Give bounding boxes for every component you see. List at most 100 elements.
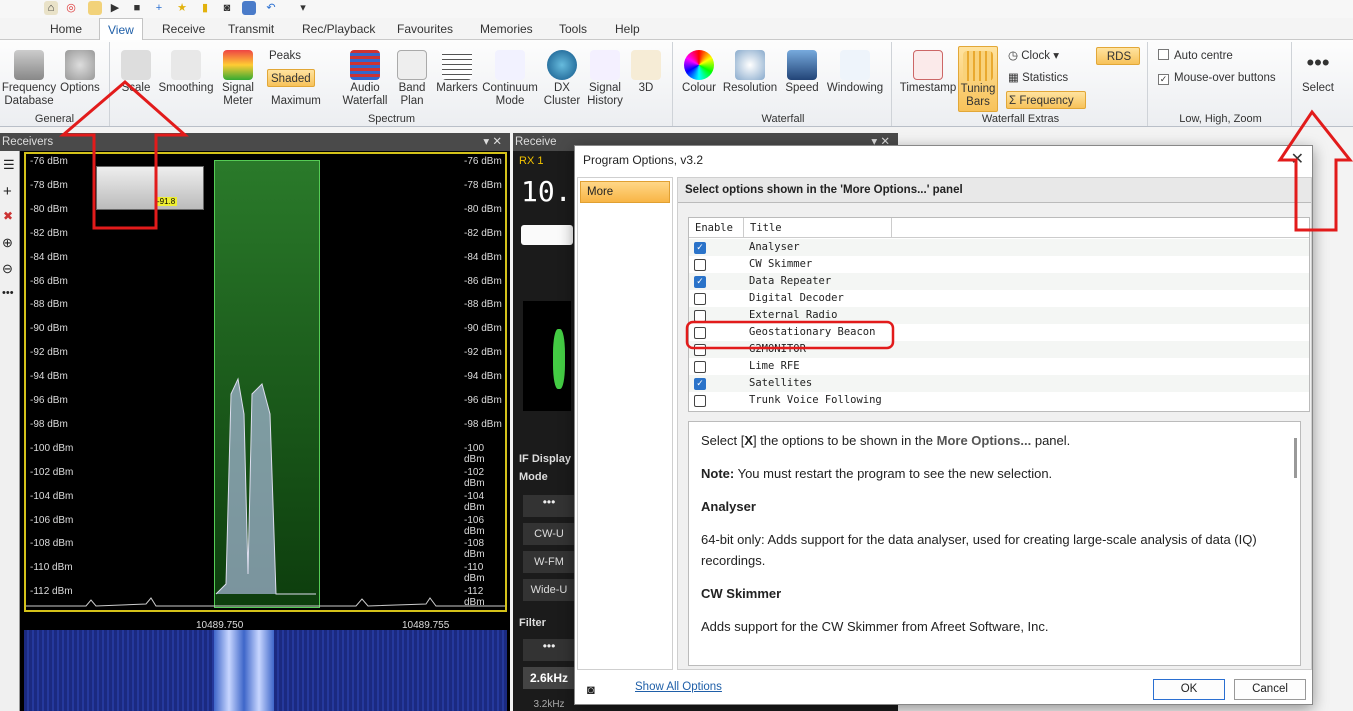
filter-option[interactable]: 3.2kHz <box>523 699 575 711</box>
table-row[interactable]: CW Skimmer <box>689 256 1309 273</box>
signal-history-button[interactable]: Signal History <box>583 50 627 108</box>
select-button[interactable]: ••• Select <box>1298 50 1338 95</box>
zoom-in-icon[interactable]: ⊕ <box>2 235 13 251</box>
tab-tools[interactable]: Tools <box>551 18 595 40</box>
enable-checkbox[interactable] <box>694 361 706 373</box>
zoom-out-icon[interactable]: ⊖ <box>2 261 13 277</box>
dx-cluster-button[interactable]: DX Cluster <box>541 50 583 108</box>
peaks-button[interactable]: Peaks <box>267 47 301 65</box>
scale-button[interactable]: Scale <box>117 50 155 95</box>
table-row[interactable]: External Radio <box>689 307 1309 324</box>
frequency-button[interactable]: Σ Frequency <box>1006 91 1086 109</box>
enable-checkbox[interactable]: ✓ <box>694 242 706 254</box>
camera-icon[interactable]: ◙ <box>587 682 595 697</box>
continuum-mode-button[interactable]: Continuum Mode <box>481 50 539 108</box>
screen-icon[interactable] <box>242 1 256 15</box>
panel-close-icon[interactable]: ▾ ✕ <box>483 133 502 151</box>
tab-memories[interactable]: Memories <box>472 18 541 40</box>
spectrum-display[interactable]: -91.8 -76 dBm -76 dBm -78 dBm -78 dBm -80 dB… <box>24 152 507 631</box>
tab-view[interactable]: View <box>99 18 143 40</box>
ok-button[interactable]: OK <box>1153 679 1225 700</box>
mode-wide-u[interactable]: Wide-U <box>523 579 575 601</box>
cancel-button[interactable]: Cancel <box>1234 679 1306 700</box>
table-row[interactable]: Digital Decoder <box>689 290 1309 307</box>
audio-waterfall-button[interactable]: Audio Waterfall <box>337 50 393 108</box>
tab-receive[interactable]: Receive <box>154 18 213 40</box>
table-row[interactable]: Geostationary Beacon <box>689 324 1309 341</box>
auto-centre-checkbox[interactable]: Auto centre <box>1156 47 1233 65</box>
timestamp-button[interactable]: Timestamp <box>898 50 958 95</box>
enable-checkbox[interactable]: ✓ <box>694 378 706 390</box>
column-enable[interactable]: Enable <box>689 218 744 238</box>
frequency-database-button[interactable]: Frequency Database <box>0 50 58 108</box>
markers-button[interactable]: Markers <box>433 50 481 95</box>
enable-checkbox[interactable] <box>694 259 706 271</box>
close-icon[interactable]: ✕ <box>1291 149 1304 169</box>
enable-checkbox[interactable] <box>694 327 706 339</box>
folder-icon[interactable] <box>88 1 102 15</box>
show-all-options-link[interactable]: Show All Options <box>635 681 722 693</box>
filter-more-button[interactable]: ••• <box>523 639 575 661</box>
chevron-down-icon[interactable]: ▾ <box>296 1 310 15</box>
enable-checkbox[interactable] <box>694 395 706 407</box>
3d-button[interactable]: 3D <box>629 50 663 95</box>
table-row[interactable]: ✓ Analyser <box>689 239 1309 256</box>
table-row[interactable]: G2MONITOR <box>689 341 1309 358</box>
rx-input[interactable] <box>521 225 573 245</box>
rds-button[interactable]: RDS <box>1096 47 1140 65</box>
band-plan-button[interactable]: Band Plan <box>393 50 431 108</box>
resolution-button[interactable]: Resolution <box>721 50 779 95</box>
tab-home[interactable]: Home <box>42 18 90 40</box>
enable-checkbox[interactable]: ✓ <box>694 276 706 288</box>
mode-w-fm[interactable]: W-FM <box>523 551 575 573</box>
tab-favourites[interactable]: Favourites <box>389 18 461 40</box>
tuning-bars-button[interactable]: Tuning Bars <box>958 46 998 112</box>
mode-more-button[interactable]: ••• <box>523 495 575 517</box>
table-row[interactable]: Lime RFE <box>689 358 1309 375</box>
lock-icon[interactable]: ▮ <box>198 1 212 15</box>
enable-checkbox[interactable] <box>694 344 706 356</box>
more-icon[interactable]: ••• <box>2 287 14 299</box>
tuning-bars-label: Tuning Bars <box>960 83 996 108</box>
table-row[interactable]: Trunk Voice Following <box>689 392 1309 409</box>
tab-transmit[interactable]: Transmit <box>220 18 282 40</box>
signal-meter-button[interactable]: Signal Meter <box>215 50 261 108</box>
play-icon[interactable]: ▶ <box>108 1 122 15</box>
speed-button[interactable]: Speed <box>781 50 823 95</box>
section-header: Select options shown in the 'More Option… <box>678 178 1311 203</box>
tab-rec-playback[interactable]: Rec/Playback <box>294 18 383 40</box>
lifebuoy-icon[interactable]: ◎ <box>64 1 78 15</box>
home-icon[interactable]: ⌂ <box>44 1 58 15</box>
enable-checkbox[interactable] <box>694 293 706 305</box>
rx-frequency[interactable]: 10. <box>521 175 572 208</box>
table-row[interactable]: ✓ Satellites <box>689 375 1309 392</box>
star-icon[interactable]: ★ <box>175 1 189 15</box>
column-title[interactable]: Title <box>744 218 892 238</box>
mouse-over-checkbox[interactable]: ✓ Mouse-over buttons <box>1156 69 1276 87</box>
description-scrollbar[interactable] <box>1294 438 1297 478</box>
colour-button[interactable]: Colour <box>677 50 721 95</box>
db-label-right: -78 dBm <box>464 179 502 191</box>
filter-value[interactable]: 2.6kHz <box>523 667 575 689</box>
undo-icon[interactable]: ↶ <box>264 1 278 15</box>
smoothing-button[interactable]: Smoothing <box>157 50 215 95</box>
nav-item-more[interactable]: More <box>580 181 670 203</box>
mode-cw-u[interactable]: CW-U <box>523 523 575 545</box>
tab-help[interactable]: Help <box>607 18 648 40</box>
maximum-button[interactable]: Maximum <box>269 92 321 110</box>
camera-icon[interactable]: ◙ <box>220 1 234 15</box>
shaded-button[interactable]: Shaded <box>267 69 315 87</box>
options-button[interactable]: Options <box>58 50 102 95</box>
menu-icon[interactable]: ☰ <box>3 157 15 173</box>
clock-button[interactable]: ◷ Clock ▾ <box>1006 47 1059 65</box>
windowing-button[interactable]: Windowing <box>823 50 887 95</box>
remove-icon[interactable]: ✖ <box>3 209 13 223</box>
waterfall-display[interactable] <box>24 630 507 711</box>
stop-icon[interactable]: ■ <box>130 1 144 15</box>
band-plan-label: Band Plan <box>398 82 426 107</box>
statistics-button[interactable]: ▦ Statistics <box>1006 69 1068 87</box>
plus-icon[interactable]: + <box>3 183 12 200</box>
table-row[interactable]: ✓ Data Repeater <box>689 273 1309 290</box>
enable-checkbox[interactable] <box>694 310 706 322</box>
add-icon[interactable]: + <box>152 1 166 15</box>
